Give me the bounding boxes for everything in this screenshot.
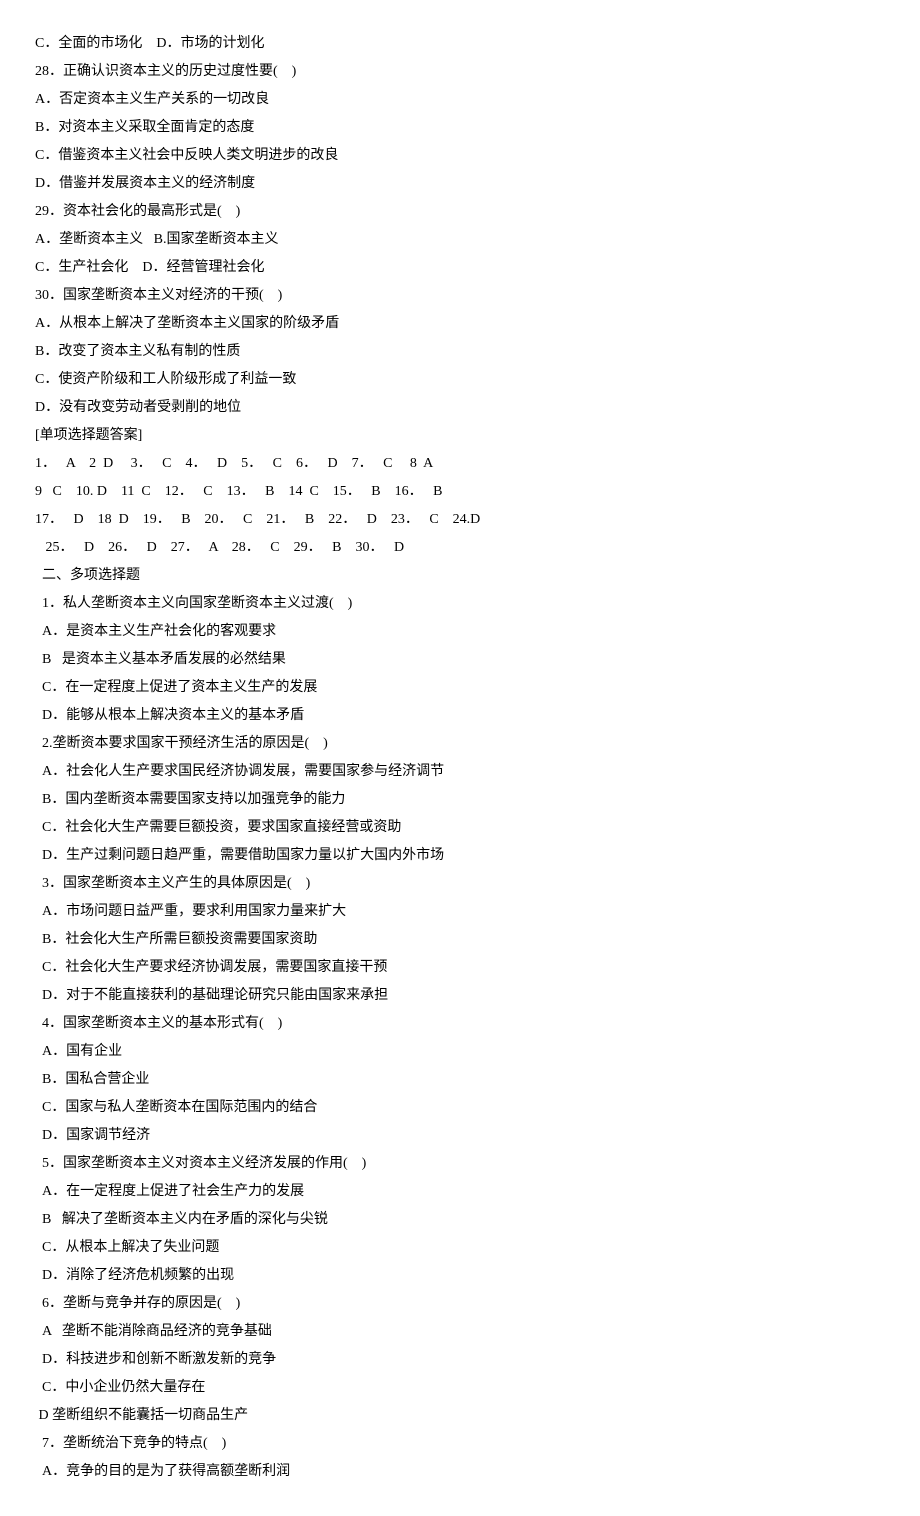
text-line: C．在一定程度上促进了资本主义生产的发展 <box>35 674 885 702</box>
text-line: D 垄断组织不能囊括一切商品生产 <box>35 1402 885 1430</box>
text-line: C．生产社会化 D．经营管理社会化 <box>35 254 885 282</box>
text-line: C．使资产阶级和工人阶级形成了利益一致 <box>35 366 885 394</box>
text-line: B．社会化大生产所需巨额投资需要国家资助 <box>35 926 885 954</box>
text-line: A．竞争的目的是为了获得高额垄断利润 <box>35 1458 885 1486</box>
text-line: A 垄断不能消除商品经济的竞争基础 <box>35 1318 885 1346</box>
text-line: 25． D 26． D 27． A 28． C 29． B 30． D <box>35 534 885 562</box>
text-line: B．改变了资本主义私有制的性质 <box>35 338 885 366</box>
text-line: D．能够从根本上解决资本主义的基本矛盾 <box>35 702 885 730</box>
text-line: 5．国家垄断资本主义对资本主义经济发展的作用( ) <box>35 1150 885 1178</box>
text-line: 29．资本社会化的最高形式是( ) <box>35 198 885 226</box>
text-line: 28．正确认识资本主义的历史过度性要( ) <box>35 58 885 86</box>
text-line: B．对资本主义采取全面肯定的态度 <box>35 114 885 142</box>
text-line: D．对于不能直接获利的基础理论研究只能由国家来承担 <box>35 982 885 1010</box>
text-line: B 解决了垄断资本主义内在矛盾的深化与尖锐 <box>35 1206 885 1234</box>
text-line: A．垄断资本主义 B.国家垄断资本主义 <box>35 226 885 254</box>
text-line: A．国有企业 <box>35 1038 885 1066</box>
text-line: D．生产过剩问题日趋严重，需要借助国家力量以扩大国内外市场 <box>35 842 885 870</box>
text-line: B 是资本主义基本矛盾发展的必然结果 <box>35 646 885 674</box>
text-line: C．国家与私人垄断资本在国际范围内的结合 <box>35 1094 885 1122</box>
text-line: 3．国家垄断资本主义产生的具体原因是( ) <box>35 870 885 898</box>
text-line: D．消除了经济危机频繁的出现 <box>35 1262 885 1290</box>
text-line: C．中小企业仍然大量存在 <box>35 1374 885 1402</box>
text-line: 二、多项选择题 <box>35 562 885 590</box>
text-line: 17． D 18 D 19． B 20． C 21． B 22． D 23． C… <box>35 506 885 534</box>
text-line: B．国私合营企业 <box>35 1066 885 1094</box>
text-line: A．在一定程度上促进了社会生产力的发展 <box>35 1178 885 1206</box>
text-line: B．国内垄断资本需要国家支持以加强竞争的能力 <box>35 786 885 814</box>
text-line: C．社会化大生产需要巨额投资，要求国家直接经营或资助 <box>35 814 885 842</box>
text-line: C．社会化大生产要求经济协调发展，需要国家直接干预 <box>35 954 885 982</box>
text-line: 9 C 10. D 11 C 12． C 13． B 14 C 15． B 16… <box>35 478 885 506</box>
text-line: [单项选择题答案] <box>35 422 885 450</box>
text-line: 2.垄断资本要求国家干预经济生活的原因是( ) <box>35 730 885 758</box>
text-line: A．否定资本主义生产关系的一切改良 <box>35 86 885 114</box>
text-line: A．从根本上解决了垄断资本主义国家的阶级矛盾 <box>35 310 885 338</box>
text-line: D．借鉴并发展资本主义的经济制度 <box>35 170 885 198</box>
text-line: 1．私人垄断资本主义向国家垄断资本主义过渡( ) <box>35 590 885 618</box>
text-line: 7．垄断统治下竞争的特点( ) <box>35 1430 885 1458</box>
text-line: D．国家调节经济 <box>35 1122 885 1150</box>
text-line: D．科技进步和创新不断激发新的竞争 <box>35 1346 885 1374</box>
text-line: D．没有改变劳动者受剥削的地位 <box>35 394 885 422</box>
text-line: A．市场问题日益严重，要求利用国家力量来扩大 <box>35 898 885 926</box>
text-line: C．借鉴资本主义社会中反映人类文明进步的改良 <box>35 142 885 170</box>
text-line: 1． A 2 D 3． C 4． D 5． C 6． D 7． C 8 A <box>35 450 885 478</box>
text-line: C．从根本上解决了失业问题 <box>35 1234 885 1262</box>
text-line: A．社会化人生产要求国民经济协调发展，需要国家参与经济调节 <box>35 758 885 786</box>
text-line: A．是资本主义生产社会化的客观要求 <box>35 618 885 646</box>
text-line: 6．垄断与竞争并存的原因是( ) <box>35 1290 885 1318</box>
text-line: 30．国家垄断资本主义对经济的干预( ) <box>35 282 885 310</box>
text-line: C．全面的市场化 D．市场的计划化 <box>35 30 885 58</box>
text-line: 4．国家垄断资本主义的基本形式有( ) <box>35 1010 885 1038</box>
